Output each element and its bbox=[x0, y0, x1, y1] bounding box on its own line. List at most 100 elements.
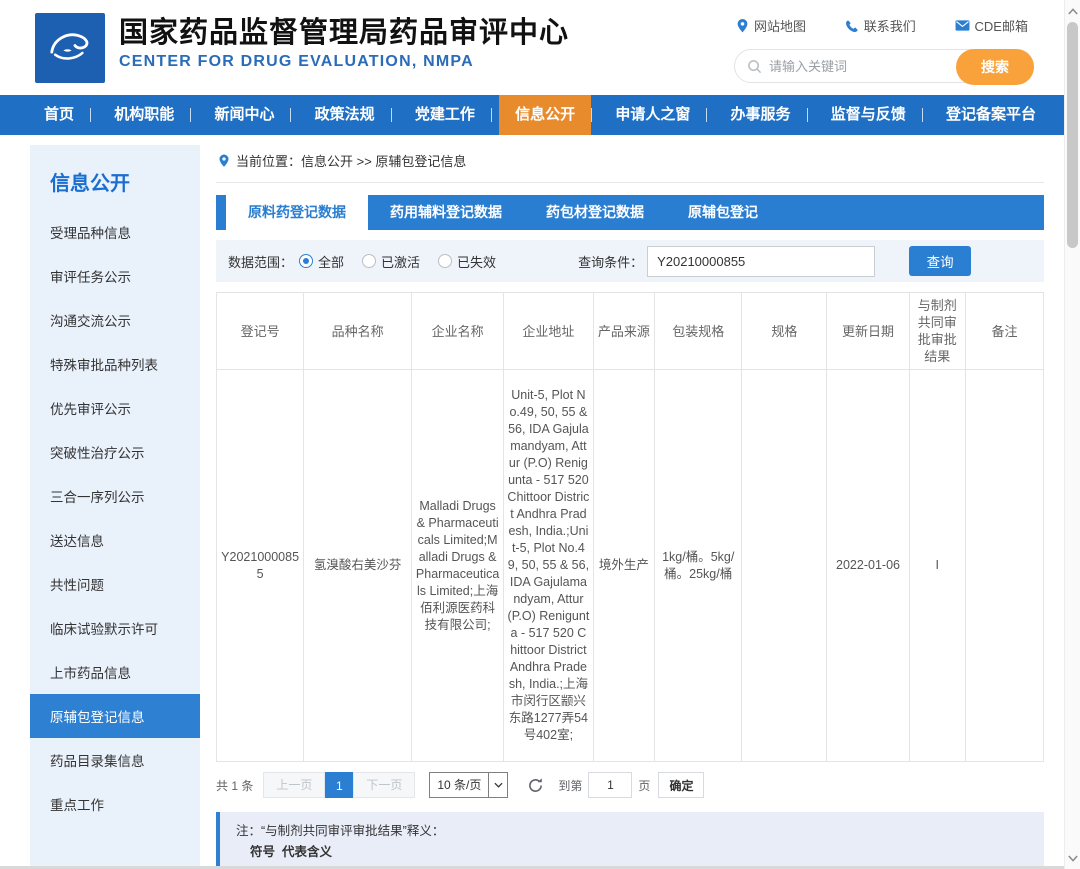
sidebar-item-special-approval[interactable]: 特殊审批品种列表 bbox=[30, 342, 200, 386]
tab-raw-packaging-registration[interactable]: 原辅包登记 bbox=[666, 195, 780, 230]
cell-spec bbox=[742, 370, 827, 762]
sidebar: 信息公开 受理品种信息 审评任务公示 沟通交流公示 特殊审批品种列表 优先审评公… bbox=[30, 145, 200, 869]
main-nav: 首页 机构职能 新闻中心 政策法规 党建工作 信息公开 申请人之窗 办事服务 监… bbox=[0, 95, 1080, 135]
cde-mail-link[interactable]: CDE邮箱 bbox=[955, 16, 1028, 35]
radio-all-label: 全部 bbox=[318, 252, 344, 271]
scroll-up-icon[interactable] bbox=[1065, 2, 1080, 20]
page-size-select[interactable]: 10 条/页 bbox=[429, 772, 508, 798]
cell-registration-no: Y20210000855 bbox=[217, 370, 304, 762]
contact-link[interactable]: 联系我们 bbox=[845, 16, 916, 35]
goto-label: 到第 bbox=[558, 777, 582, 794]
nav-item-applicant-window[interactable]: 申请人之窗 bbox=[599, 95, 706, 135]
cde-logo-swirl-icon bbox=[41, 19, 99, 77]
sidebar-title: 信息公开 bbox=[30, 163, 200, 210]
cde-logo bbox=[35, 13, 105, 83]
search-button[interactable]: 搜索 bbox=[956, 49, 1034, 85]
col-registration-no: 登记号 bbox=[217, 293, 304, 370]
radio-all[interactable]: 全部 bbox=[299, 252, 344, 271]
nav-item-news[interactable]: 新闻中心 bbox=[198, 95, 290, 135]
results-table: 登记号 品种名称 企业名称 企业地址 产品来源 包装规格 规格 更新日期 与制剂… bbox=[216, 292, 1044, 762]
site-search: 搜索 bbox=[734, 49, 1034, 83]
nav-item-supervision[interactable]: 监督与反馈 bbox=[815, 95, 922, 135]
col-company-address: 企业地址 bbox=[504, 293, 593, 370]
breadcrumb: 当前位置：信息公开 >> 原辅包登记信息 bbox=[216, 145, 1044, 183]
note-header: 符号 代表含义 bbox=[236, 842, 1028, 863]
sidebar-item-common-issues[interactable]: 共性问题 bbox=[30, 562, 200, 606]
header-right: 网站地图 联系我们 CDE邮箱 搜索 bbox=[734, 0, 1034, 95]
site-header: 国家药品监督管理局药品审评中心 CENTER FOR DRUG EVALUATI… bbox=[0, 0, 1080, 95]
query-input[interactable] bbox=[647, 246, 875, 277]
scrollbar-thumb[interactable] bbox=[1067, 22, 1078, 248]
note-col-symbol: 符号 bbox=[250, 845, 275, 859]
cell-product-source: 境外生产 bbox=[593, 370, 655, 762]
sidebar-item-clinical-trial-license[interactable]: 临床试验默示许可 bbox=[30, 606, 200, 650]
cell-remarks bbox=[965, 370, 1043, 762]
radio-activated[interactable]: 已激活 bbox=[362, 252, 420, 271]
search-icon bbox=[747, 59, 762, 74]
contact-label: 联系我们 bbox=[864, 16, 916, 35]
sitemap-label: 网站地图 bbox=[754, 16, 806, 35]
note-title: 注：“与制剂共同审评审批结果”释义： bbox=[236, 821, 1028, 842]
cell-company-address: Unit-5, Plot No.49, 50, 55 & 56, IDA Gaj… bbox=[504, 370, 593, 762]
tab-packaging-registration-data[interactable]: 药包材登记数据 bbox=[524, 195, 666, 230]
sidebar-item-marketed-drugs[interactable]: 上市药品信息 bbox=[30, 650, 200, 694]
sidebar-item-delivery-info[interactable]: 送达信息 bbox=[30, 518, 200, 562]
nav-item-policy[interactable]: 政策法规 bbox=[299, 95, 391, 135]
nav-item-info-disclosure[interactable]: 信息公开 bbox=[499, 95, 591, 135]
sidebar-item-three-in-one[interactable]: 三合一序列公示 bbox=[30, 474, 200, 518]
sidebar-item-key-work[interactable]: 重点工作 bbox=[30, 782, 200, 826]
confirm-button[interactable]: 确定 bbox=[658, 772, 704, 798]
sidebar-item-excipient-registration[interactable]: 原辅包登记信息 bbox=[30, 694, 200, 738]
radio-all-control[interactable] bbox=[299, 254, 313, 268]
radio-expired-label: 已失效 bbox=[457, 252, 496, 271]
radio-activated-label: 已激活 bbox=[381, 252, 420, 271]
table-row: Y20210000855 氢溴酸右美沙芬 Malladi Drugs & Pha… bbox=[217, 370, 1044, 762]
sidebar-item-review-tasks[interactable]: 审评任务公示 bbox=[30, 254, 200, 298]
sidebar-item-drug-catalog[interactable]: 药品目录集信息 bbox=[30, 738, 200, 782]
tab-excipient-registration-data[interactable]: 药用辅料登记数据 bbox=[368, 195, 524, 230]
radio-expired[interactable]: 已失效 bbox=[438, 252, 496, 271]
query-button[interactable]: 查询 bbox=[909, 246, 971, 276]
phone-icon bbox=[845, 19, 859, 33]
tabbar: 原料药登记数据 药用辅料登记数据 药包材登记数据 原辅包登记 bbox=[216, 195, 1044, 230]
tab-api-registration-data[interactable]: 原料药登记数据 bbox=[226, 195, 368, 230]
col-remarks: 备注 bbox=[965, 293, 1043, 370]
sitemap-link[interactable]: 网站地图 bbox=[736, 16, 806, 35]
scope-label: 数据范围： bbox=[228, 252, 293, 271]
cell-joint-review-result: I bbox=[909, 370, 965, 762]
col-joint-review-result: 与制剂共同审批审批结果 bbox=[909, 293, 965, 370]
page-number-button[interactable]: 1 bbox=[325, 772, 353, 798]
location-pin-icon bbox=[736, 18, 749, 33]
prev-page-button[interactable]: 上一页 bbox=[263, 772, 325, 798]
site-title: 国家药品监督管理局药品审评中心 bbox=[119, 16, 569, 50]
table-header-row: 登记号 品种名称 企业名称 企业地址 产品来源 包装规格 规格 更新日期 与制剂… bbox=[217, 293, 1044, 370]
chevron-down-icon bbox=[488, 773, 507, 797]
page-size-value: 10 条/页 bbox=[430, 773, 488, 797]
radio-activated-control[interactable] bbox=[362, 254, 376, 268]
col-spec: 规格 bbox=[742, 293, 827, 370]
radio-expired-control[interactable] bbox=[438, 254, 452, 268]
refresh-icon[interactable] bbox=[524, 774, 546, 796]
scroll-down-icon[interactable] bbox=[1065, 849, 1080, 867]
sidebar-item-accepted-varieties[interactable]: 受理品种信息 bbox=[30, 210, 200, 254]
sidebar-item-communication[interactable]: 沟通交流公示 bbox=[30, 298, 200, 342]
goto-page-input[interactable] bbox=[588, 772, 632, 798]
cell-update-date: 2022-01-06 bbox=[827, 370, 909, 762]
cell-variety-name: 氢溴酸右美沙芬 bbox=[304, 370, 412, 762]
sidebar-item-priority-review[interactable]: 优先审评公示 bbox=[30, 386, 200, 430]
nav-item-registration-platform[interactable]: 登记备案平台 bbox=[930, 95, 1052, 135]
nav-item-services[interactable]: 办事服务 bbox=[715, 95, 807, 135]
title-block: 国家药品监督管理局药品审评中心 CENTER FOR DRUG EVALUATI… bbox=[119, 16, 569, 95]
next-page-button[interactable]: 下一页 bbox=[353, 772, 415, 798]
scrollbar[interactable] bbox=[1064, 0, 1080, 869]
note-col-meaning: 代表含义 bbox=[282, 845, 332, 859]
pagination-total: 共 1 条 bbox=[216, 777, 253, 794]
main-content: 当前位置：信息公开 >> 原辅包登记信息 原料药登记数据 药用辅料登记数据 药包… bbox=[210, 145, 1046, 869]
nav-item-home[interactable]: 首页 bbox=[28, 95, 90, 135]
nav-item-functions[interactable]: 机构职能 bbox=[98, 95, 190, 135]
sidebar-item-breakthrough-therapy[interactable]: 突破性治疗公示 bbox=[30, 430, 200, 474]
nav-item-party[interactable]: 党建工作 bbox=[399, 95, 491, 135]
note-box: 注：“与制剂共同审评审批结果”释义： 符号 代表含义 A 已批准在上市制剂使用的… bbox=[216, 812, 1044, 869]
query-label: 查询条件： bbox=[578, 252, 643, 271]
page: 国家药品监督管理局药品审评中心 CENTER FOR DRUG EVALUATI… bbox=[0, 0, 1080, 869]
